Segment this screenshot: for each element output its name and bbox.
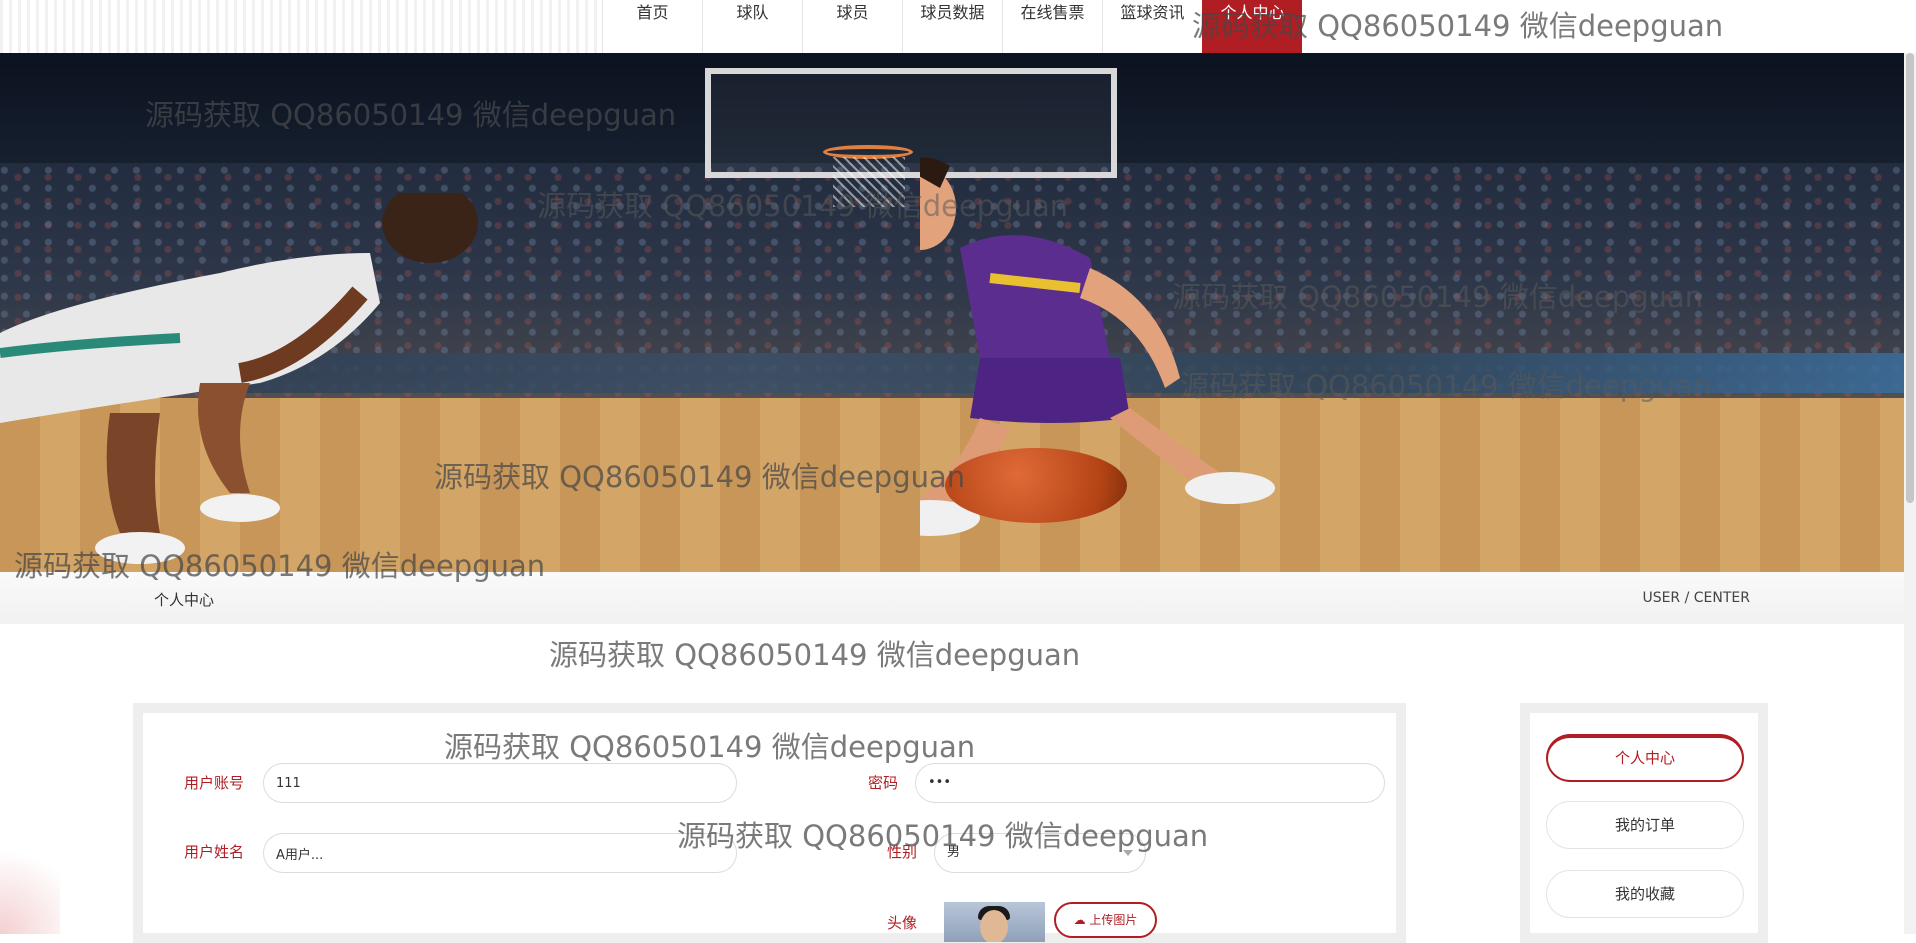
- password-input[interactable]: •••: [915, 763, 1385, 803]
- avatar-label: 头像: [887, 914, 918, 932]
- banner-defender-player: [0, 193, 478, 564]
- avatar-image: [944, 902, 1045, 942]
- user-sidebar: 个人中心 我的订单 我的收藏: [1530, 713, 1758, 933]
- sidebar-item-my-favorites[interactable]: 我的收藏: [1546, 870, 1744, 918]
- nav-menu: 首页 球队 球员 球员数据 在线售票 篮球资讯 个人中心: [602, 0, 1302, 53]
- profile-form: 用户账号 密码 ••• 用户姓名 性别 男 头像 ☁ 上传图片: [143, 713, 1396, 942]
- user-sidebar-panel: 个人中心 我的订单 我的收藏: [1520, 703, 1768, 943]
- gender-label: 性别: [887, 843, 918, 861]
- section-title: 个人中心: [154, 591, 215, 609]
- top-navigation: 首页 球队 球员 球员数据 在线售票 篮球资讯 个人中心: [0, 0, 1916, 53]
- banner-carousel[interactable]: [0, 53, 1904, 572]
- gender-select[interactable]: 男: [934, 833, 1146, 873]
- nav-item-player-stats[interactable]: 球员数据: [902, 0, 1002, 53]
- sidebar-item-my-orders[interactable]: 我的订单: [1546, 801, 1744, 849]
- nav-item-home[interactable]: 首页: [602, 0, 702, 53]
- sidebar-item-user-center[interactable]: 个人中心: [1546, 734, 1744, 782]
- nav-item-user-center[interactable]: 个人中心: [1202, 0, 1302, 53]
- cloud-upload-icon: ☁: [1073, 913, 1090, 927]
- profile-form-panel: 用户账号 密码 ••• 用户姓名 性别 男 头像 ☁ 上传图片: [133, 703, 1406, 943]
- scrollbar-thumb[interactable]: [1906, 53, 1914, 503]
- account-input[interactable]: [263, 763, 737, 803]
- nav-item-players[interactable]: 球员: [802, 0, 902, 53]
- watermark-text: 源码获取 QQ86050149 微信deepguan: [549, 638, 1081, 672]
- name-label: 用户姓名: [184, 843, 245, 861]
- nav-item-news[interactable]: 篮球资讯: [1102, 0, 1202, 53]
- banner-basketball: [945, 448, 1127, 523]
- avatar-face: [980, 910, 1008, 942]
- section-title-bar: 个人中心 USER / CENTER: [0, 572, 1916, 624]
- name-input[interactable]: [263, 833, 737, 873]
- section-subtitle: USER / CENTER: [1642, 590, 1750, 606]
- chevron-down-icon: [1123, 850, 1133, 856]
- gender-select-value: 男: [947, 845, 961, 860]
- banner-net: [833, 157, 905, 207]
- account-label: 用户账号: [184, 774, 245, 792]
- nav-item-tickets[interactable]: 在线售票: [1002, 0, 1102, 53]
- password-label: 密码: [868, 774, 899, 792]
- upload-image-button[interactable]: ☁ 上传图片: [1054, 902, 1157, 938]
- upload-button-label: 上传图片: [1089, 913, 1138, 927]
- nav-item-teams[interactable]: 球队: [702, 0, 802, 53]
- nav-background-texture: [0, 0, 600, 53]
- corner-glow: [0, 830, 60, 934]
- page-scrollbar[interactable]: [1904, 53, 1916, 934]
